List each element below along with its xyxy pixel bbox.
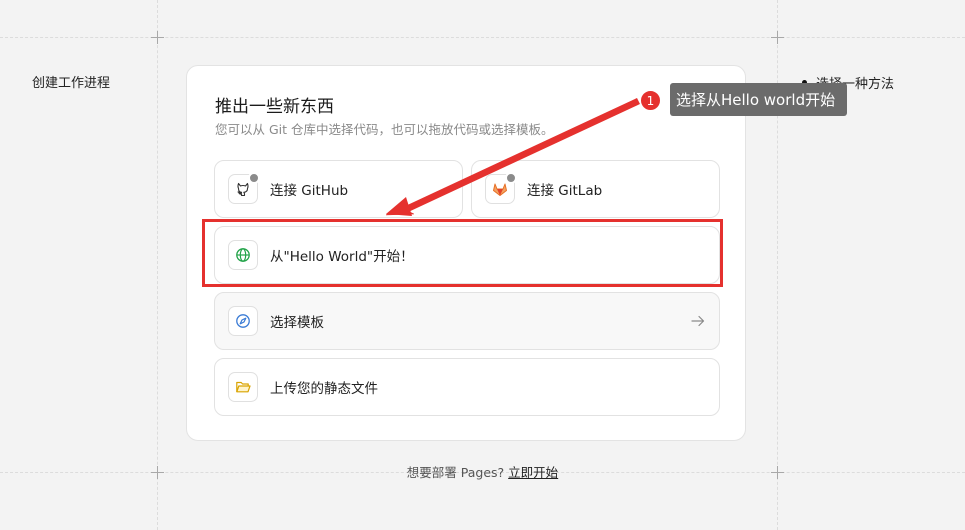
upload-static-files-label: 上传您的静态文件 xyxy=(270,381,378,397)
status-dot xyxy=(248,172,260,184)
step-number-badge: 1 xyxy=(640,90,661,111)
connect-gitlab-button[interactable]: 连接 GitLab xyxy=(471,160,720,218)
gitlab-icon xyxy=(493,183,507,196)
compass-icon-box xyxy=(228,306,258,336)
plus-marker-icon xyxy=(771,31,784,44)
choose-template-label: 选择模板 xyxy=(270,315,324,331)
plus-marker-icon xyxy=(151,31,164,44)
folder-icon xyxy=(236,381,251,393)
upload-static-files-button[interactable]: 上传您的静态文件 xyxy=(214,358,720,416)
guide-line xyxy=(0,37,965,38)
card-subtitle: 您可以从 Git 仓库中选择代码，也可以拖放代码或选择模板。 xyxy=(215,122,554,137)
github-icon xyxy=(237,182,249,197)
folder-icon-box xyxy=(228,372,258,402)
choose-template-button[interactable]: 选择模板 xyxy=(214,292,720,350)
guide-line xyxy=(157,0,158,530)
gitlab-icon-box xyxy=(485,172,517,204)
guide-line xyxy=(777,0,778,530)
highlight-box xyxy=(202,219,723,287)
footer-deploy-prompt: 想要部署 Pages? 立即开始 xyxy=(0,462,965,481)
github-icon-box xyxy=(228,172,260,204)
connect-gitlab-label: 连接 GitLab xyxy=(527,183,603,199)
connect-github-button[interactable]: 连接 GitHub xyxy=(214,160,463,218)
page-title: 创建工作进程 xyxy=(32,76,111,91)
status-dot xyxy=(505,172,517,184)
get-started-link[interactable]: 立即开始 xyxy=(508,465,558,480)
card-title: 推出一些新东西 xyxy=(215,97,334,117)
connect-github-label: 连接 GitHub xyxy=(270,183,349,199)
annotation-tooltip: 选择从Hello world开始 xyxy=(670,83,848,116)
compass-icon xyxy=(236,314,250,328)
footer-prompt-text: 想要部署 Pages? xyxy=(406,465,505,480)
arrow-right-icon xyxy=(691,315,705,327)
